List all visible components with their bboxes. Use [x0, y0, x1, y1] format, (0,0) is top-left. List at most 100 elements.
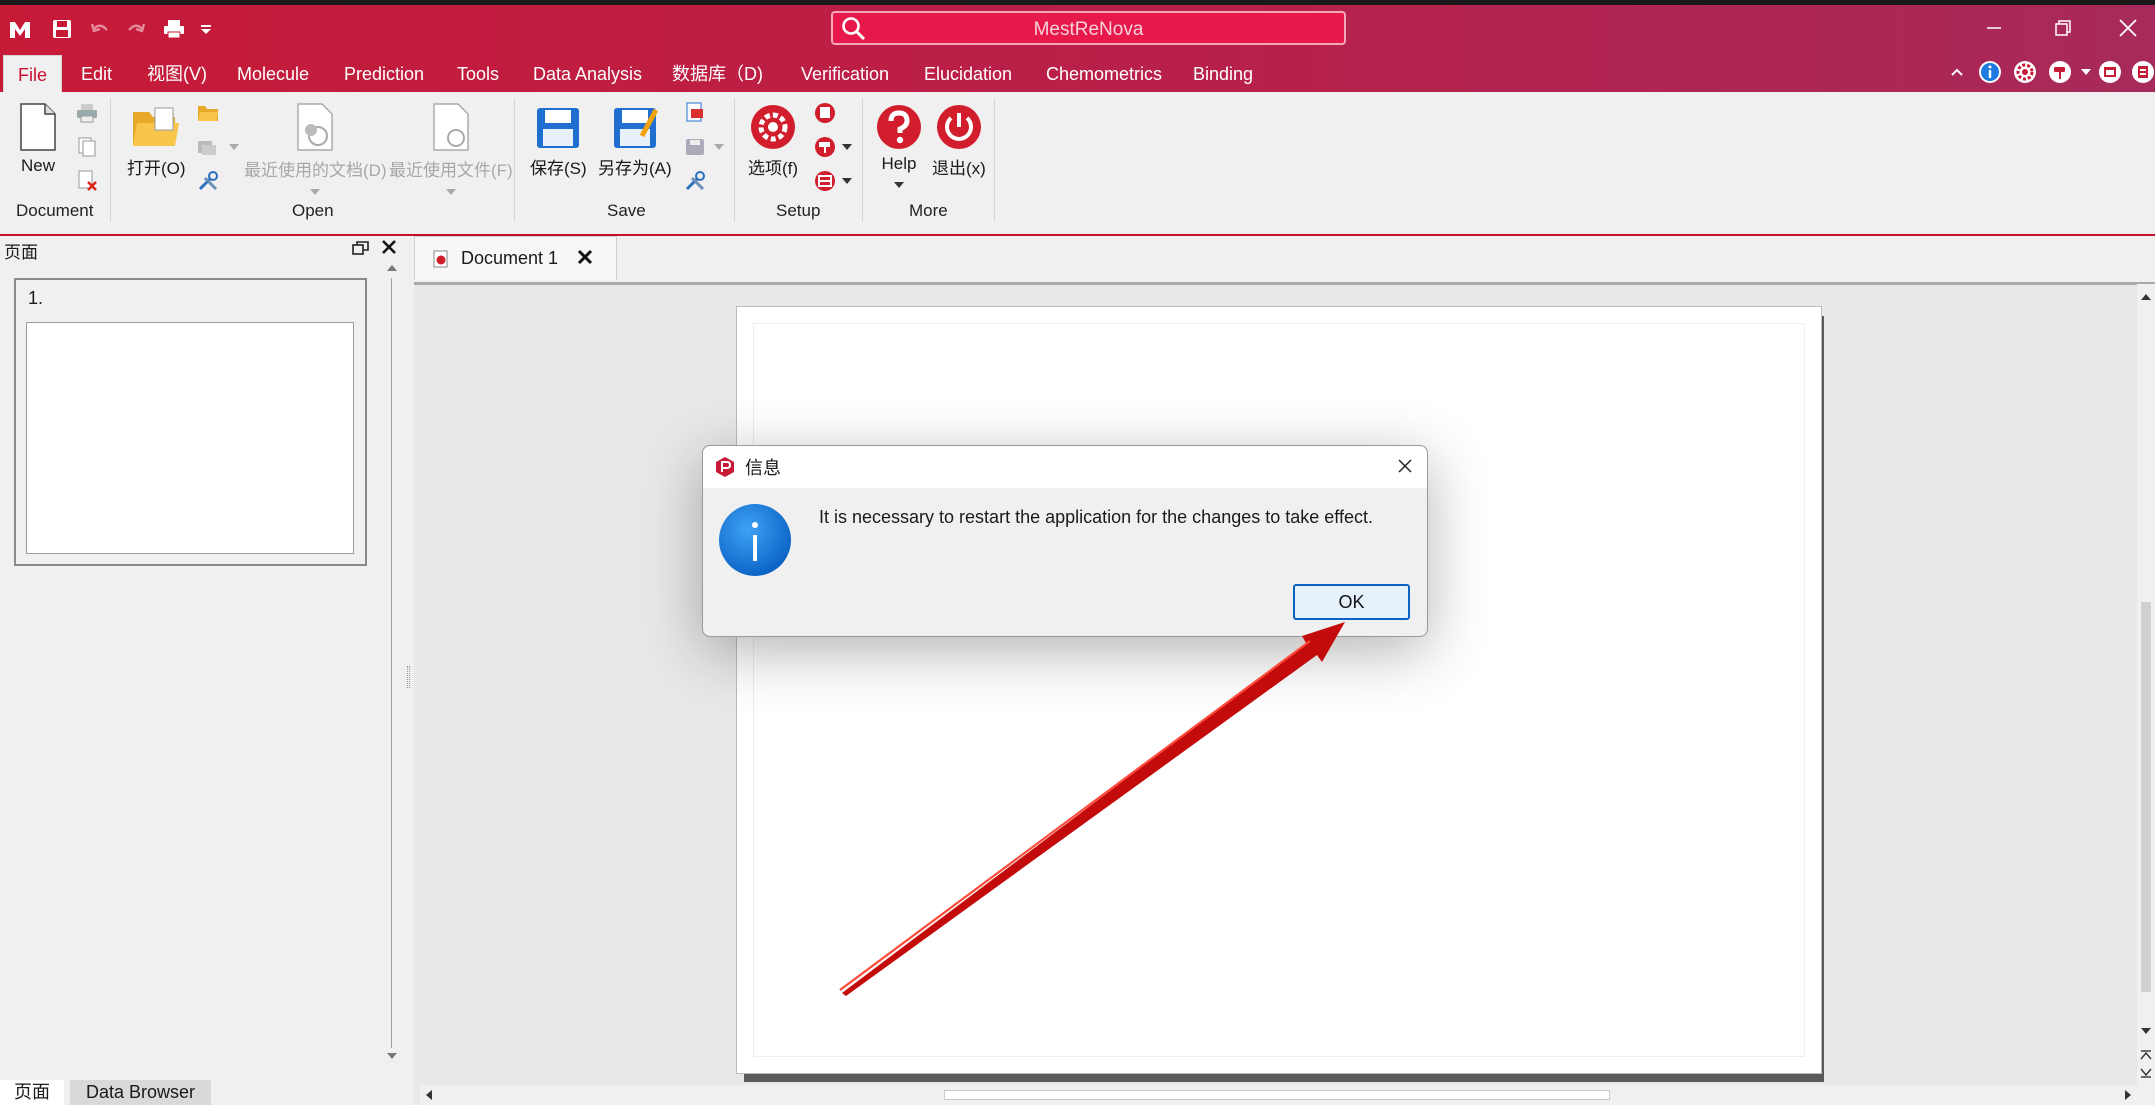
- ribbon-separator: [110, 98, 111, 222]
- menu-prediction[interactable]: Prediction: [344, 47, 424, 92]
- scroll-up-icon: [2141, 294, 2151, 300]
- document-page[interactable]: [736, 306, 1822, 1074]
- vertical-scroll-thumb[interactable]: [2141, 602, 2151, 992]
- save-icon[interactable]: [48, 15, 76, 43]
- save-template-dropdown-icon[interactable]: [706, 134, 732, 160]
- settings-icon[interactable]: [2012, 59, 2038, 85]
- copy-doc-icon[interactable]: [74, 134, 100, 160]
- dialog-title: 信息: [745, 458, 781, 478]
- tools-small-icon[interactable]: [195, 168, 221, 194]
- setup-save-icon[interactable]: [812, 100, 838, 126]
- save-as-label: 另存为(A): [598, 159, 672, 178]
- open-folder-icon: [133, 107, 180, 146]
- close-doc-icon[interactable]: [74, 168, 100, 194]
- setup-paint-dropdown-icon[interactable]: [834, 134, 860, 160]
- tab-document-1[interactable]: Document 1: [414, 236, 617, 280]
- help-button[interactable]: Help: [876, 104, 922, 188]
- paint-icon[interactable]: [2047, 59, 2073, 85]
- menu-binding[interactable]: Binding: [1193, 47, 1253, 92]
- menu-tools[interactable]: Tools: [457, 47, 499, 92]
- menu-database[interactable]: 数据库（D): [672, 47, 763, 92]
- save-disk-icon: [537, 108, 580, 148]
- recent-files-icon: [433, 103, 469, 151]
- recent-documents-button[interactable]: 最近使用的文档(D): [244, 102, 387, 195]
- save-button[interactable]: 保存(S): [530, 106, 587, 179]
- pages-panel-title: 页面: [4, 243, 38, 262]
- open-folder-small-icon[interactable]: [195, 100, 221, 126]
- dialog-title-bar: 信息: [703, 446, 1427, 488]
- group-label-document: Document: [16, 201, 94, 220]
- menu-file[interactable]: File: [3, 55, 63, 92]
- undo-icon[interactable]: [86, 15, 114, 43]
- restore-button[interactable]: [2033, 11, 2093, 45]
- collapse-ribbon-icon[interactable]: [1944, 59, 1970, 85]
- document-icon: [433, 250, 449, 273]
- ribbon-separator: [994, 98, 995, 222]
- save-template-icon[interactable]: [682, 134, 708, 160]
- menu-edit[interactable]: Edit: [81, 47, 112, 92]
- new-label: New: [20, 156, 55, 175]
- print-doc-icon[interactable]: [74, 100, 100, 126]
- dialog-close-icon[interactable]: [1397, 458, 1413, 479]
- tab-pages[interactable]: 页面: [0, 1080, 64, 1105]
- save-tools-icon[interactable]: [682, 168, 708, 194]
- export-pdf-icon[interactable]: [682, 100, 708, 126]
- recent-small-icon[interactable]: [195, 134, 221, 160]
- minimize-button[interactable]: [1964, 11, 2024, 45]
- scroll-left-icon: [426, 1090, 432, 1100]
- exit-button[interactable]: 退出(x): [932, 104, 986, 179]
- pane-splitter[interactable]: [407, 666, 410, 688]
- close-tab-icon[interactable]: [577, 249, 593, 270]
- ok-button[interactable]: OK: [1293, 584, 1410, 620]
- scroll-down-icon: [2141, 1028, 2151, 1034]
- options-button[interactable]: 选项(f): [748, 104, 798, 179]
- customize-icon[interactable]: [192, 15, 220, 43]
- recent-documents-label: 最近使用的文档(D): [244, 161, 387, 180]
- float-panel-icon[interactable]: [352, 240, 370, 261]
- window-list-icon[interactable]: [2130, 59, 2155, 85]
- group-label-save: Save: [607, 201, 646, 220]
- paint-dropdown-icon[interactable]: [2073, 59, 2099, 85]
- page-margin: [753, 323, 1805, 1057]
- menu-verification[interactable]: Verification: [801, 47, 889, 92]
- close-window-button[interactable]: [2098, 11, 2155, 45]
- app-logo-icon[interactable]: [6, 15, 34, 43]
- setup-layout-dropdown-icon[interactable]: [834, 168, 860, 194]
- menu-elucidation[interactable]: Elucidation: [924, 47, 1012, 92]
- save-as-button[interactable]: 另存为(A): [598, 106, 672, 179]
- restore-icon: [2055, 20, 2071, 36]
- tab-data-browser[interactable]: Data Browser: [70, 1080, 212, 1105]
- new-button[interactable]: New: [18, 102, 58, 176]
- pages-panel: 页面 1. 页面 Data Browser: [0, 236, 410, 1105]
- open-button[interactable]: 打开(O): [127, 106, 186, 179]
- dialog-app-icon: [714, 456, 736, 483]
- document-vertical-scrollbar[interactable]: [2137, 284, 2155, 1105]
- pages-scrollbar[interactable]: [381, 256, 403, 1066]
- help-icon: [877, 105, 921, 149]
- document-horizontal-scrollbar[interactable]: [420, 1085, 2137, 1105]
- close-icon: [2119, 19, 2137, 37]
- print-icon[interactable]: [160, 15, 188, 43]
- info-icon: [718, 503, 792, 582]
- redo-icon[interactable]: [122, 15, 150, 43]
- dialog-message: It is necessary to restart the applicati…: [819, 507, 1373, 527]
- menu-view[interactable]: 视图(V): [147, 47, 207, 92]
- options-label: 选项(f): [748, 159, 799, 178]
- power-icon: [936, 105, 981, 149]
- ribbon: New Document 打开(O) 最近使用的文档(D) 最近使用文件(F) …: [0, 92, 2155, 236]
- recent-files-button[interactable]: 最近使用文件(F): [389, 102, 513, 195]
- horizontal-scroll-thumb[interactable]: [944, 1090, 1610, 1100]
- recent-files-label: 最近使用文件(F): [389, 161, 513, 180]
- group-label-more: More: [909, 201, 948, 220]
- menu-chemometrics[interactable]: Chemometrics: [1046, 47, 1162, 92]
- menu-data-analysis[interactable]: Data Analysis: [533, 47, 642, 92]
- info-icon[interactable]: [1977, 59, 2003, 85]
- page-thumbnail[interactable]: 1.: [14, 278, 367, 566]
- document-tab-label: Document 1: [461, 248, 559, 268]
- page-down-icon: [2140, 1068, 2152, 1078]
- calendar-icon[interactable]: [2097, 59, 2123, 85]
- page-thumbnail-number: 1.: [28, 288, 44, 308]
- search-box[interactable]: MestReNova: [831, 11, 1346, 45]
- save-as-icon: [613, 108, 658, 148]
- menu-molecule[interactable]: Molecule: [237, 47, 309, 92]
